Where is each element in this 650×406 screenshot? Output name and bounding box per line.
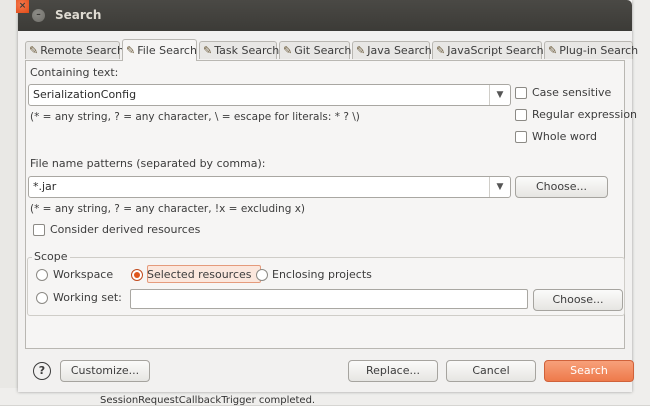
dialog-title: Search — [55, 8, 102, 22]
cancel-button[interactable]: Cancel — [446, 360, 536, 382]
flashlight-icon: ✎ — [29, 44, 39, 57]
choose-working-set-button[interactable]: Choose... — [533, 289, 623, 311]
whole-word-label: Whole word — [532, 130, 597, 143]
tab-file-search[interactable]: ✎ File Search — [122, 39, 197, 61]
help-icon: ? — [38, 364, 46, 377]
working-set-label: Working set: — [53, 291, 122, 304]
tab-task-search[interactable]: ✎ Task Search — [199, 41, 279, 59]
case-sensitive-checkbox[interactable] — [515, 87, 527, 99]
background-window-left — [0, 0, 19, 405]
enclosing-projects-label: Enclosing projects — [272, 268, 372, 281]
dropdown-arrow-icon[interactable]: ▼ — [489, 85, 510, 105]
case-sensitive-label: Case sensitive — [532, 86, 612, 99]
tab-java-search[interactable]: ✎ Java Search — [352, 41, 432, 59]
containing-text-value: SerializationConfig — [33, 88, 137, 101]
choose-file-patterns-button[interactable]: Choose... — [515, 176, 608, 198]
file-patterns-hint: (* = any string, ? = any character, !x =… — [30, 203, 306, 215]
scope-title: Scope — [32, 250, 70, 263]
replace-button[interactable]: Replace... — [348, 360, 438, 382]
close-icon: × — [18, 1, 27, 11]
whole-word-checkbox[interactable] — [515, 131, 527, 143]
regular-expression-label: Regular expression — [532, 108, 638, 121]
selected-resources-radio[interactable] — [131, 269, 143, 281]
tab-git-search[interactable]: ✎ Git Search — [279, 41, 351, 59]
working-set-radio[interactable] — [36, 292, 48, 304]
regular-expression-checkbox[interactable] — [515, 109, 527, 121]
consider-derived-label: Consider derived resources — [50, 223, 201, 236]
file-patterns-value: *.jar — [33, 180, 57, 193]
close-window-button[interactable]: × — [16, 0, 29, 13]
background-status-text: SessionRequestCallbackTrigger completed. — [100, 395, 316, 406]
plugin-search-icon: ✎ — [548, 44, 558, 57]
search-dialog: × – Search ✎ Remote Search ✎ File Search… — [16, 0, 638, 392]
selected-resources-label: Selected resources — [147, 268, 252, 281]
containing-text-hint: (* = any string, ? = any character, \ = … — [30, 111, 360, 123]
enclosing-projects-radio[interactable] — [256, 269, 268, 281]
task-search-icon: ✎ — [203, 44, 213, 57]
containing-text-label: Containing text: — [30, 66, 119, 79]
customize-button[interactable]: Customize... — [60, 360, 150, 382]
consider-derived-checkbox[interactable] — [33, 224, 45, 236]
help-button[interactable]: ? — [33, 362, 51, 380]
search-button[interactable]: Search — [544, 360, 634, 382]
working-set-input[interactable] — [130, 289, 528, 309]
minimize-icon: – — [36, 10, 41, 20]
java-search-icon: ✎ — [356, 44, 366, 57]
file-patterns-combo[interactable]: *.jar ▼ — [28, 176, 511, 198]
workspace-radio[interactable] — [36, 269, 48, 281]
containing-text-combo[interactable]: SerializationConfig ▼ — [28, 84, 511, 106]
tab-plugin-search[interactable]: ✎ Plug-in Search — [544, 41, 638, 59]
minimize-window-button[interactable]: – — [32, 9, 45, 22]
dropdown-arrow-icon[interactable]: ▼ — [489, 177, 510, 197]
background-window-right — [632, 0, 650, 405]
git-search-icon: ✎ — [283, 44, 293, 57]
file-patterns-label: File name patterns (separated by comma): — [30, 157, 266, 170]
javascript-search-icon: ✎ — [436, 44, 446, 57]
workspace-label: Workspace — [53, 268, 114, 281]
tab-remote-search[interactable]: ✎ Remote Search — [25, 41, 124, 59]
title-bar[interactable]: × – Search — [16, 0, 632, 31]
file-search-icon: ✎ — [126, 44, 136, 57]
tab-javascript-search[interactable]: ✎ JavaScript Search — [432, 41, 544, 59]
